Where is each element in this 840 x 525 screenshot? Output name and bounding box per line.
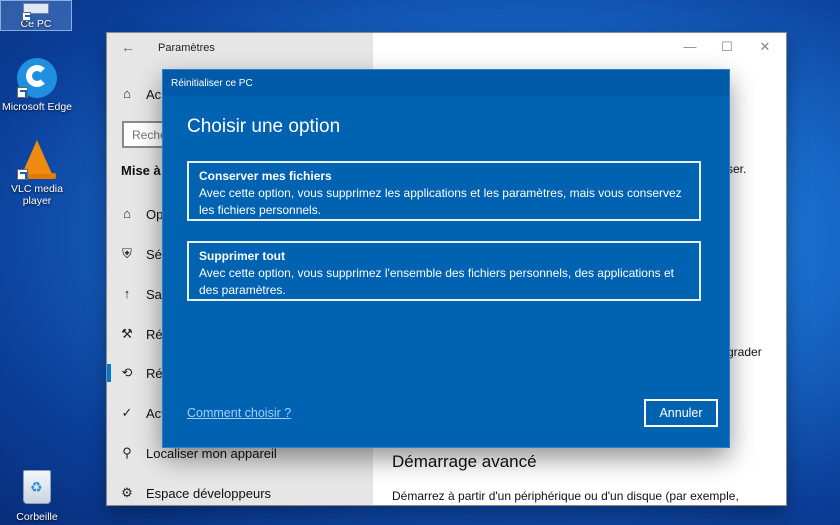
- nav-item-label: Ac: [146, 87, 162, 102]
- recovery-icon: ⟲: [121, 365, 133, 380]
- shield-icon: ⛨: [122, 246, 132, 261]
- option-title: Conserver mes fichiers: [199, 169, 332, 183]
- settings-titlebar: ← Paramètres — ☐ ✕: [107, 33, 786, 61]
- right-pane-partial-text: ser.: [727, 162, 747, 176]
- option-remove-everything[interactable]: Supprimer tout Avec cette option, vous s…: [187, 241, 701, 301]
- dialog-heading: Choisir une option: [187, 116, 341, 137]
- right-pane-partial-text: grader: [727, 345, 762, 359]
- backup-arrow-icon: ↑: [123, 286, 131, 301]
- advanced-startup-heading: Démarrage avancé: [392, 452, 537, 471]
- nav-item-label: Localiser mon appareil: [146, 446, 277, 461]
- close-button[interactable]: ✕: [754, 39, 776, 55]
- reset-pc-dialog: Réinitialiser ce PC Choisir une option C…: [163, 70, 729, 447]
- activation-check-icon: ✓: [121, 405, 133, 420]
- minimize-button[interactable]: —: [679, 39, 701, 54]
- dialog-title: Réinitialiser ce PC: [171, 78, 253, 89]
- option-keep-my-files[interactable]: Conserver mes fichiers Avec cette option…: [187, 161, 701, 221]
- cancel-button[interactable]: Annuler: [644, 399, 718, 427]
- desktop-icon-label: VLC media player: [11, 183, 63, 207]
- maximize-button[interactable]: ☐: [716, 39, 738, 55]
- window-title: Paramètres: [158, 42, 215, 54]
- desktop-icon-label: Microsoft Edge: [1, 101, 73, 113]
- nav-item-label: Act: [146, 406, 165, 421]
- option-description: Avec cette option, vous supprimez les ap…: [199, 186, 682, 217]
- recycle-bin-icon: [17, 470, 57, 508]
- windows-update-icon: ⌂: [123, 206, 131, 221]
- section-heading: Mise à j: [121, 163, 168, 178]
- edge-icon: [17, 58, 57, 98]
- option-title: Supprimer tout: [199, 249, 285, 263]
- how-to-choose-link[interactable]: Comment choisir ?: [187, 406, 291, 420]
- desktop-icon-vlc[interactable]: VLC media player: [0, 140, 74, 207]
- back-arrow-icon[interactable]: ←: [121, 39, 135, 55]
- desktop-icon-this-pc[interactable]: Ce PC: [0, 0, 72, 31]
- this-pc-icon: [22, 3, 50, 22]
- option-description: Avec cette option, vous supprimez l'ense…: [199, 266, 674, 297]
- desktop-icon-recycle-bin[interactable]: Corbeille: [0, 470, 74, 523]
- dialog-titlebar: Réinitialiser ce PC: [163, 70, 729, 96]
- nav-item-label: Espace développeurs: [146, 486, 272, 501]
- advanced-startup-description: Démarrez à partir d'un périphérique ou d…: [392, 489, 739, 503]
- vlc-icon: [17, 140, 57, 180]
- nav-item-for-developers[interactable]: ⚙ Espace développeurs: [107, 479, 373, 505]
- desktop-icon-label: Corbeille: [16, 511, 58, 523]
- wrench-icon: ⚒: [121, 326, 133, 341]
- home-icon: ⌂: [123, 86, 131, 101]
- developer-tools-icon: ⚙: [121, 485, 133, 500]
- search-placeholder: Reche: [132, 128, 167, 142]
- location-person-icon: ⚲: [122, 445, 132, 460]
- desktop-icon-edge[interactable]: Microsoft Edge: [0, 58, 74, 113]
- desktop-icon-label: Ce PC: [20, 18, 52, 30]
- nav-item-label: Op: [146, 207, 164, 222]
